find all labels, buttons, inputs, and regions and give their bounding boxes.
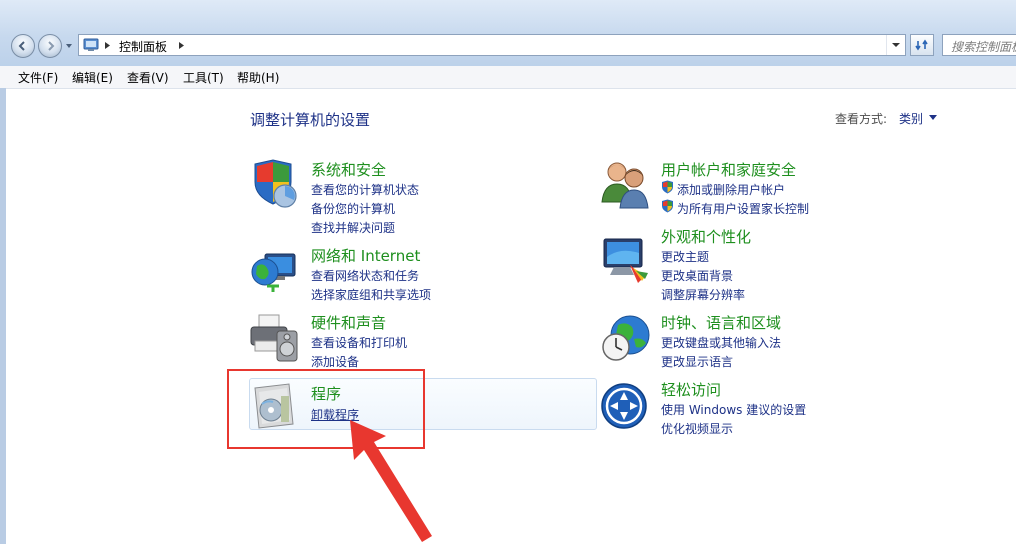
link-view-computer-status[interactable]: 查看您的计算机状态 bbox=[311, 181, 419, 198]
forward-button[interactable] bbox=[38, 34, 62, 58]
address-bar[interactable]: 控制面板 bbox=[78, 34, 906, 56]
globe-clock-icon[interactable] bbox=[600, 313, 652, 365]
category-title-hardware-sound[interactable]: 硬件和声音 bbox=[311, 312, 386, 333]
menu-edit[interactable]: 编辑(E) bbox=[72, 69, 113, 86]
link-add-device[interactable]: 添加设备 bbox=[311, 353, 359, 370]
breadcrumb-control-panel[interactable]: 控制面板 bbox=[119, 38, 167, 55]
link-change-keyboard[interactable]: 更改键盘或其他输入法 bbox=[661, 334, 781, 351]
breadcrumb-separator-icon[interactable] bbox=[179, 42, 184, 49]
link-backup-computer[interactable]: 备份您的计算机 bbox=[311, 200, 395, 217]
network-globe-icon[interactable] bbox=[249, 246, 301, 298]
chevron-down-icon bbox=[892, 43, 900, 47]
link-view-network-status[interactable]: 查看网络状态和任务 bbox=[311, 267, 419, 284]
link-change-theme[interactable]: 更改主题 bbox=[661, 248, 709, 265]
uac-shield-icon bbox=[662, 180, 673, 194]
link-windows-recommended-settings[interactable]: 使用 Windows 建议的设置 bbox=[661, 401, 806, 418]
menu-file[interactable]: 文件(F) bbox=[18, 69, 58, 86]
category-title-ease-of-access[interactable]: 轻松访问 bbox=[661, 379, 721, 400]
uac-shield-icon bbox=[662, 199, 673, 213]
link-add-remove-accounts[interactable]: 添加或删除用户帐户 bbox=[677, 181, 785, 198]
printer-speaker-icon[interactable] bbox=[249, 313, 301, 365]
ease-of-access-icon[interactable] bbox=[600, 380, 652, 432]
back-button[interactable] bbox=[11, 34, 35, 58]
window-left-border bbox=[0, 88, 6, 544]
forward-arrow-icon bbox=[48, 41, 55, 51]
link-change-wallpaper[interactable]: 更改桌面背景 bbox=[661, 267, 733, 284]
users-icon[interactable] bbox=[600, 158, 652, 210]
monitor-paint-icon[interactable] bbox=[600, 235, 652, 287]
breadcrumb-separator-icon[interactable] bbox=[105, 42, 110, 49]
category-title-appearance[interactable]: 外观和个性化 bbox=[661, 226, 751, 247]
menu-view[interactable]: 查看(V) bbox=[127, 69, 169, 86]
category-title-network-internet[interactable]: 网络和 Internet bbox=[311, 245, 420, 266]
category-title-clock-language[interactable]: 时钟、语言和区域 bbox=[661, 312, 781, 333]
category-title-user-accounts[interactable]: 用户帐户和家庭安全 bbox=[661, 159, 796, 180]
address-dropdown-button[interactable] bbox=[886, 35, 905, 55]
link-optimize-display[interactable]: 优化视频显示 bbox=[661, 420, 733, 437]
refresh-button[interactable] bbox=[910, 34, 934, 56]
link-screen-resolution[interactable]: 调整屏幕分辨率 bbox=[661, 286, 745, 303]
category-title-system-security[interactable]: 系统和安全 bbox=[311, 159, 386, 180]
search-input[interactable]: 搜索控制面板 bbox=[942, 34, 1016, 56]
recent-pages-chevron-icon[interactable] bbox=[65, 42, 73, 50]
link-homegroup-sharing[interactable]: 选择家庭组和共享选项 bbox=[311, 286, 431, 303]
link-troubleshoot[interactable]: 查找并解决问题 bbox=[311, 219, 395, 236]
menu-bar: 文件(F) 编辑(E) 查看(V) 工具(T) 帮助(H) bbox=[0, 66, 1016, 89]
link-parental-controls[interactable]: 为所有用户设置家长控制 bbox=[677, 200, 809, 217]
window-chrome: 控制面板 搜索控制面板 bbox=[0, 0, 1016, 66]
menu-tools[interactable]: 工具(T) bbox=[183, 69, 224, 86]
annotation-red-arrow-icon bbox=[350, 420, 432, 542]
control-panel-icon bbox=[83, 38, 99, 51]
back-arrow-icon bbox=[18, 41, 25, 51]
menu-help[interactable]: 帮助(H) bbox=[237, 69, 279, 86]
view-by-label: 查看方式: bbox=[835, 112, 888, 126]
link-change-display-language[interactable]: 更改显示语言 bbox=[661, 353, 733, 370]
search-placeholder: 搜索控制面板 bbox=[951, 40, 1016, 54]
chevron-down-icon[interactable] bbox=[929, 115, 937, 121]
page-title: 调整计算机的设置 bbox=[250, 111, 371, 129]
view-by-dropdown[interactable]: 类别 bbox=[899, 110, 923, 127]
link-devices-printers[interactable]: 查看设备和打印机 bbox=[311, 334, 407, 351]
shield-icon[interactable] bbox=[249, 158, 301, 210]
refresh-icon bbox=[915, 39, 928, 51]
